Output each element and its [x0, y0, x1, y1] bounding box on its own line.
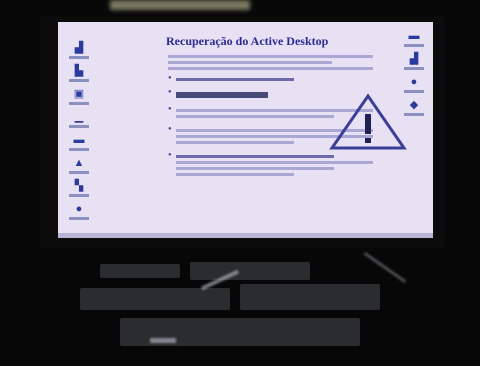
recycle-bin-icon[interactable]: ▲	[66, 157, 92, 174]
photo-background: ▟ ▙ ▣ ▁ ▬ ▲ ▚ ● ▬ ▟ ● ◆ Recuperação do A…	[0, 0, 480, 366]
bullet-icon: ●	[168, 126, 172, 132]
computer-icon[interactable]: ▟	[66, 42, 92, 59]
mail-icon[interactable]: ▬	[66, 134, 92, 151]
desktop-icons-left: ▟ ▙ ▣ ▁ ▬ ▲ ▚ ●	[66, 42, 92, 220]
settings-icon[interactable]: ●	[401, 76, 427, 93]
bullet-item: ●	[168, 152, 373, 179]
application-icon[interactable]: ▟	[401, 53, 427, 70]
bullet-icon: ●	[168, 152, 172, 158]
keyboard-keys	[190, 262, 310, 280]
text-line	[176, 173, 295, 176]
warning-triangle-icon	[329, 93, 407, 150]
bullet-item: ●	[168, 75, 373, 84]
keyboard-keys	[80, 288, 230, 310]
light-glare	[363, 251, 407, 284]
keyboard-keys	[240, 284, 380, 310]
network-icon[interactable]: ▙	[66, 65, 92, 82]
ceiling-light	[110, 0, 250, 10]
text-line	[176, 167, 334, 170]
keyboard-keys	[100, 264, 180, 278]
bullet-icon: ●	[168, 75, 172, 81]
page-title: Recuperação do Active Desktop	[166, 34, 329, 48]
text-line	[176, 161, 373, 164]
documents-icon[interactable]: ▣	[66, 88, 92, 105]
bullet-icon: ●	[168, 106, 172, 112]
text-line	[176, 155, 334, 158]
folder-icon[interactable]: ▁	[66, 111, 92, 128]
restore-link[interactable]	[176, 92, 268, 98]
text-line	[176, 115, 334, 118]
text-line	[168, 61, 332, 64]
light-glare	[150, 338, 176, 343]
text-line	[168, 55, 373, 58]
keyboard-area	[60, 251, 440, 363]
monitor-screen: ▟ ▙ ▣ ▁ ▬ ▲ ▚ ● ▬ ▟ ● ◆ Recuperação do A…	[58, 22, 433, 238]
text-line	[168, 67, 373, 70]
printer-icon[interactable]: ▚	[66, 180, 92, 197]
text-line	[176, 141, 295, 144]
globe-icon[interactable]: ▬	[401, 30, 427, 47]
taskbar[interactable]	[58, 233, 433, 238]
text-line	[176, 78, 295, 81]
internet-icon[interactable]: ●	[66, 203, 92, 220]
bullet-icon: ●	[168, 89, 172, 95]
